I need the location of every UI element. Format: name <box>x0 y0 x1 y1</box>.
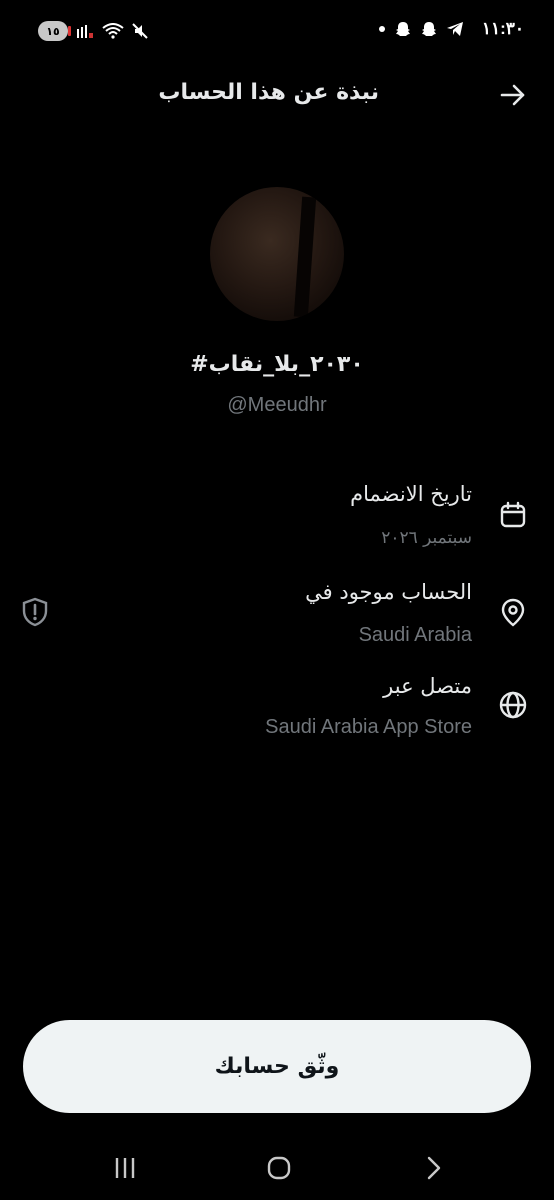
home-button[interactable] <box>259 1148 299 1188</box>
dot-icon <box>379 26 385 32</box>
username: @Meeudhr <box>227 394 327 416</box>
telegram-icon <box>447 22 463 36</box>
system-nav-bar <box>0 1140 554 1200</box>
battery-indicator: ١٥ <box>38 21 71 41</box>
location-pin-icon <box>501 598 525 627</box>
avatar[interactable] <box>210 187 344 321</box>
joined-label: تاريخ الانضمام <box>350 482 472 506</box>
status-right-icons <box>378 20 464 38</box>
shield-alert-icon[interactable] <box>20 597 50 627</box>
location-value: Saudi Arabia <box>358 624 472 646</box>
status-left-icons: ١٥ <box>38 21 148 41</box>
header: نبذة عن هذا الحساب <box>0 62 554 128</box>
globe-icon <box>499 691 527 719</box>
back-button[interactable] <box>414 1148 454 1188</box>
joined-value: سبتمبر ٢٠٢٦ <box>381 528 472 548</box>
connected-label: متصل عبر <box>383 674 472 698</box>
arrow-right-icon[interactable] <box>498 80 528 110</box>
snapchat-icon <box>396 22 410 36</box>
page-title: نبذة عن هذا الحساب <box>158 80 379 105</box>
chevron-right-icon <box>427 1156 441 1180</box>
snapchat-icon-2 <box>422 22 436 36</box>
recent-apps-icon <box>115 1158 135 1178</box>
status-bar: ١٥ ١١:٣٠ <box>0 0 554 62</box>
mute-icon <box>132 23 148 39</box>
calendar-icon <box>500 501 526 528</box>
connected-value: Saudi Arabia App Store <box>265 716 472 738</box>
home-icon <box>267 1156 291 1180</box>
verify-account-button[interactable]: وثّق حسابك <box>23 1020 531 1113</box>
wifi-icon <box>102 23 124 39</box>
location-label: الحساب موجود في <box>305 580 472 604</box>
recent-apps-button[interactable] <box>105 1148 145 1188</box>
signal-icon <box>77 25 93 38</box>
display-name: #٢٠٣٠_بلا_نقاب <box>190 352 364 377</box>
status-time: ١١:٣٠ <box>481 19 524 38</box>
